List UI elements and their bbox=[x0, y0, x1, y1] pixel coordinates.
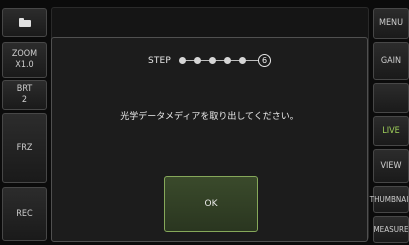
zoom-button[interactable]: ZOOM X1.0 bbox=[2, 42, 47, 78]
measure-button[interactable]: MEASURE bbox=[373, 216, 409, 243]
brightness-button[interactable]: BRT 2 bbox=[2, 80, 47, 110]
step-dot-4 bbox=[224, 57, 232, 64]
step-label: STEP bbox=[147, 56, 172, 66]
step-dialog: STEP 6 光学データメディアを取り出してください。 OK bbox=[51, 37, 368, 242]
ok-button[interactable]: OK bbox=[164, 176, 258, 232]
step-dot-3 bbox=[209, 57, 217, 64]
step-indicator: STEP 6 bbox=[52, 53, 367, 69]
thumbnail-button[interactable]: THUMBNAIL bbox=[370, 186, 409, 213]
right-blank-button[interactable] bbox=[373, 83, 409, 113]
folder-icon bbox=[18, 18, 31, 27]
menu-button[interactable]: MENU bbox=[373, 8, 409, 39]
step-current-marker: 6 bbox=[258, 54, 272, 67]
record-button[interactable]: REC bbox=[2, 187, 47, 241]
live-button[interactable]: LIVE bbox=[373, 116, 409, 146]
step-dot-2 bbox=[194, 57, 202, 64]
folder-button[interactable] bbox=[2, 8, 47, 37]
step-progress: 6 bbox=[179, 54, 272, 68]
step-dot-5 bbox=[239, 57, 247, 64]
freeze-button[interactable]: FRZ bbox=[2, 113, 47, 183]
step-dot-1 bbox=[179, 57, 187, 64]
view-button[interactable]: VIEW bbox=[373, 149, 409, 183]
gain-button[interactable]: GAIN bbox=[373, 42, 409, 80]
dialog-message: 光学データメディアを取り出してください。 bbox=[120, 112, 299, 122]
